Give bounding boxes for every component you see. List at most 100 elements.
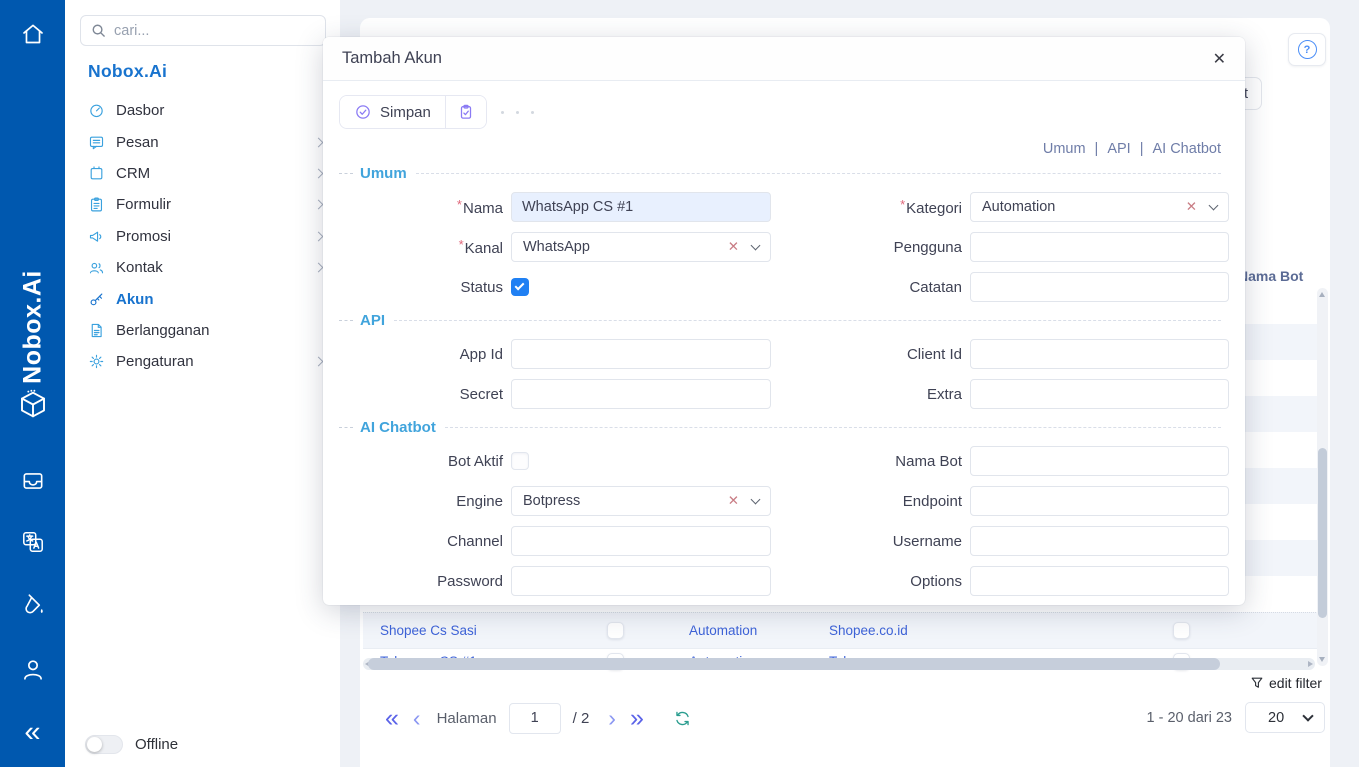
- nav-link-api[interactable]: API: [1107, 141, 1130, 157]
- last-page-button[interactable]: »: [630, 705, 644, 731]
- collapse-sidebar-icon[interactable]: «: [24, 718, 40, 747]
- page-size-select[interactable]: 20: [1245, 702, 1325, 733]
- sidebar-item-akun[interactable]: Akun: [65, 283, 340, 314]
- chevron-down-icon: [751, 495, 761, 505]
- clear-icon[interactable]: ✕: [1186, 199, 1197, 215]
- username-input[interactable]: [970, 526, 1229, 556]
- tambah-akun-modal: Tambah Akun ✕ Simpan Umum | API | AI Cha…: [323, 37, 1245, 605]
- bot-aktif-checkbox[interactable]: [511, 452, 529, 470]
- edit-filter-button[interactable]: edit filter: [1250, 675, 1322, 691]
- form-icon: [88, 196, 105, 213]
- kanal-select[interactable]: WhatsApp ✕: [511, 232, 771, 262]
- page-number-input[interactable]: [509, 703, 561, 734]
- row-checkbox[interactable]: [607, 622, 624, 639]
- nama-input[interactable]: [511, 192, 771, 222]
- section-header-ai-chatbot: AI Chatbot: [339, 419, 1229, 436]
- refresh-button[interactable]: [673, 709, 692, 728]
- secret-label: Secret: [339, 386, 511, 403]
- section-title: API: [360, 312, 385, 329]
- horizontal-scroll-thumb[interactable]: [368, 658, 1220, 670]
- translate-icon[interactable]: [20, 529, 46, 555]
- client-id-label: Client Id: [796, 346, 970, 363]
- clear-icon[interactable]: ✕: [728, 493, 739, 509]
- chevron-right-icon: [314, 263, 324, 273]
- nav-separator: |: [1095, 141, 1099, 157]
- secret-input[interactable]: [511, 379, 771, 409]
- extra-label: Extra: [796, 386, 970, 403]
- sidebar-search[interactable]: [80, 15, 326, 46]
- scroll-up-arrow[interactable]: [1319, 292, 1325, 297]
- chevron-down-icon: [1302, 710, 1313, 721]
- sidebar-item-label: Promosi: [116, 228, 171, 245]
- sidebar-item-dasbor[interactable]: Dasbor: [65, 95, 340, 126]
- required-marker: *: [457, 197, 462, 212]
- help-button[interactable]: ?: [1288, 33, 1326, 66]
- table-row-shopee[interactable]: Shopee Cs Sasi Automation Shopee.co.id: [363, 612, 1318, 648]
- chevron-right-icon: [314, 137, 324, 147]
- megaphone-icon: [88, 228, 105, 245]
- engine-select[interactable]: Botpress ✕: [511, 486, 771, 516]
- sidebar-item-label: Berlangganan: [116, 322, 209, 339]
- horizontal-scrollbar[interactable]: [363, 658, 1315, 670]
- sidebar-item-crm[interactable]: CRM: [65, 158, 340, 189]
- row-name[interactable]: Shopee Cs Sasi: [380, 613, 477, 649]
- sidebar-item-promosi[interactable]: Promosi: [65, 221, 340, 252]
- password-label: Password: [339, 573, 511, 590]
- prev-page-button[interactable]: ‹: [413, 705, 421, 731]
- close-icon[interactable]: ✕: [1213, 49, 1226, 69]
- home-icon[interactable]: [19, 20, 46, 47]
- icon-rail: Nobox.Ai «: [0, 0, 65, 767]
- options-input[interactable]: [970, 566, 1229, 596]
- password-input[interactable]: [511, 566, 771, 596]
- sidebar-item-kontak[interactable]: Kontak: [65, 252, 340, 283]
- sidebar-item-formulir[interactable]: Formulir: [65, 189, 340, 220]
- search-input[interactable]: [114, 23, 315, 39]
- chevron-right-icon: [314, 231, 324, 241]
- catatan-label: Catatan: [796, 279, 970, 296]
- nama-bot-input[interactable]: [970, 446, 1229, 476]
- sidebar-item-berlangganan[interactable]: Berlangganan: [65, 315, 340, 346]
- save-button[interactable]: Simpan: [340, 96, 445, 128]
- vertical-scroll-thumb[interactable]: [1318, 448, 1327, 618]
- edit-filter-label: edit filter: [1269, 675, 1322, 691]
- nav-link-ai-chatbot[interactable]: AI Chatbot: [1152, 141, 1221, 157]
- extra-input[interactable]: [970, 379, 1229, 409]
- next-page-button[interactable]: ›: [608, 705, 616, 731]
- rail-vertical-brand: Nobox.Ai: [19, 270, 48, 384]
- chevron-right-icon: [314, 357, 324, 367]
- nobox-logo-icon[interactable]: [16, 388, 49, 421]
- profile-icon[interactable]: [19, 656, 46, 683]
- nav-separator: |: [1140, 141, 1144, 157]
- chevron-right-icon: [314, 200, 324, 210]
- row-checkbox[interactable]: [1173, 622, 1190, 639]
- nav-link-umum[interactable]: Umum: [1043, 141, 1086, 157]
- client-id-input[interactable]: [970, 339, 1229, 369]
- inbox-icon[interactable]: [20, 468, 46, 494]
- catatan-input[interactable]: [970, 272, 1229, 302]
- chevron-down-icon: [751, 241, 761, 251]
- channel-input[interactable]: [511, 526, 771, 556]
- section-header-api: API: [339, 312, 1229, 329]
- pengguna-input[interactable]: [970, 232, 1229, 262]
- pengguna-label: Pengguna: [796, 239, 970, 256]
- refresh-icon: [673, 709, 692, 728]
- sidebar-item-pesan[interactable]: Pesan: [65, 126, 340, 157]
- offline-toggle[interactable]: [85, 735, 123, 754]
- endpoint-input[interactable]: [970, 486, 1229, 516]
- clear-icon[interactable]: ✕: [728, 239, 739, 255]
- kategori-select[interactable]: Automation ✕: [970, 192, 1229, 222]
- vertical-scrollbar[interactable]: [1317, 288, 1328, 666]
- save-and-copy-button[interactable]: [446, 96, 486, 128]
- status-checkbox[interactable]: [511, 278, 529, 296]
- app-id-input[interactable]: [511, 339, 771, 369]
- sidebar: Nobox.Ai Dasbor Pesan CRM Formulir Promo…: [65, 0, 340, 767]
- scroll-right-arrow[interactable]: [1308, 661, 1313, 667]
- scroll-down-arrow[interactable]: [1319, 657, 1325, 662]
- modal-body: Simpan Umum | API | AI Chatbot Umum *Nam…: [323, 81, 1245, 596]
- sidebar-item-pengaturan[interactable]: Pengaturan: [65, 346, 340, 377]
- first-page-button[interactable]: «: [385, 705, 399, 731]
- engine-value: Botpress: [523, 493, 728, 509]
- kategori-value: Automation: [982, 199, 1186, 215]
- theme-paint-icon[interactable]: [20, 593, 46, 619]
- dashboard-icon: [88, 102, 105, 119]
